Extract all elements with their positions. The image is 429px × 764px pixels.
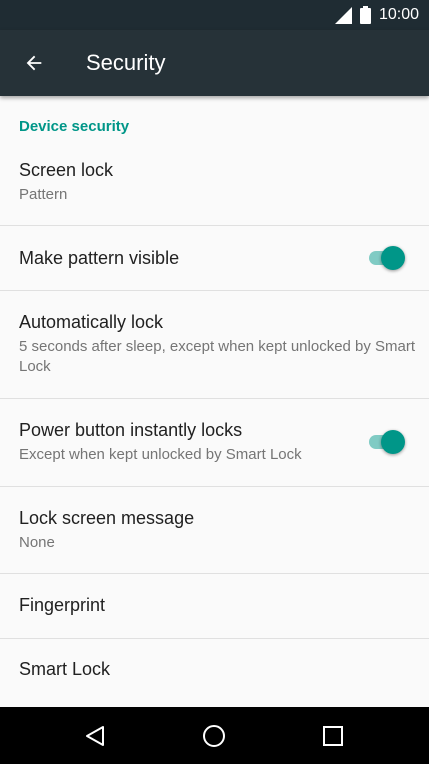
setting-screen-lock[interactable]: Screen lock Pattern bbox=[0, 142, 429, 226]
battery-icon bbox=[359, 6, 371, 24]
setting-title: Power button instantly locks bbox=[19, 420, 243, 440]
back-button[interactable] bbox=[14, 43, 54, 83]
back-triangle-icon bbox=[86, 726, 104, 746]
setting-lock-screen-message[interactable]: Lock screen message None bbox=[0, 487, 429, 574]
setting-power-button-instantly-locks[interactable]: Power button instantly locks Except when… bbox=[0, 399, 429, 487]
setting-summary: None bbox=[19, 534, 55, 551]
toggle-thumb bbox=[381, 430, 405, 454]
setting-title: Fingerprint bbox=[19, 595, 106, 615]
page-title: Security bbox=[86, 50, 166, 75]
setting-title: Screen lock bbox=[19, 160, 114, 180]
app-bar: Security bbox=[0, 30, 429, 96]
setting-title: Lock screen message bbox=[19, 508, 195, 528]
setting-summary: Pattern bbox=[19, 186, 68, 203]
power-button-locks-toggle[interactable] bbox=[367, 429, 405, 455]
setting-title: Automatically lock bbox=[19, 312, 164, 332]
status-icons: 10:00 bbox=[334, 0, 419, 30]
setting-title: Smart Lock bbox=[19, 659, 111, 679]
nav-back-button[interactable] bbox=[80, 721, 110, 751]
setting-make-pattern-visible[interactable]: Make pattern visible bbox=[0, 226, 429, 291]
setting-summary: 5 seconds after sleep, except when kept … bbox=[19, 338, 416, 375]
section-header-device-security: Device security bbox=[19, 118, 130, 135]
setting-automatically-lock[interactable]: Automatically lock 5 seconds after sleep… bbox=[0, 291, 429, 399]
setting-fingerprint[interactable]: Fingerprint bbox=[0, 574, 429, 639]
make-pattern-visible-toggle[interactable] bbox=[367, 245, 405, 271]
nav-recents-button[interactable] bbox=[318, 721, 348, 751]
toggle-thumb bbox=[381, 246, 405, 270]
home-circle-icon bbox=[203, 725, 225, 747]
settings-list: Device security Screen lock Pattern Make… bbox=[0, 96, 429, 707]
setting-smart-lock[interactable]: Smart Lock bbox=[0, 639, 429, 707]
arrow-left-icon bbox=[26, 55, 42, 71]
setting-title: Make pattern visible bbox=[19, 248, 180, 268]
status-time: 10:00 bbox=[378, 6, 419, 23]
nav-home-button[interactable] bbox=[199, 721, 229, 751]
setting-summary: Except when kept unlocked by Smart Lock bbox=[19, 446, 302, 463]
navigation-bar bbox=[0, 707, 429, 764]
status-bar: 10:00 bbox=[0, 0, 429, 30]
recents-square-icon bbox=[323, 726, 343, 746]
signal-icon bbox=[334, 6, 352, 24]
